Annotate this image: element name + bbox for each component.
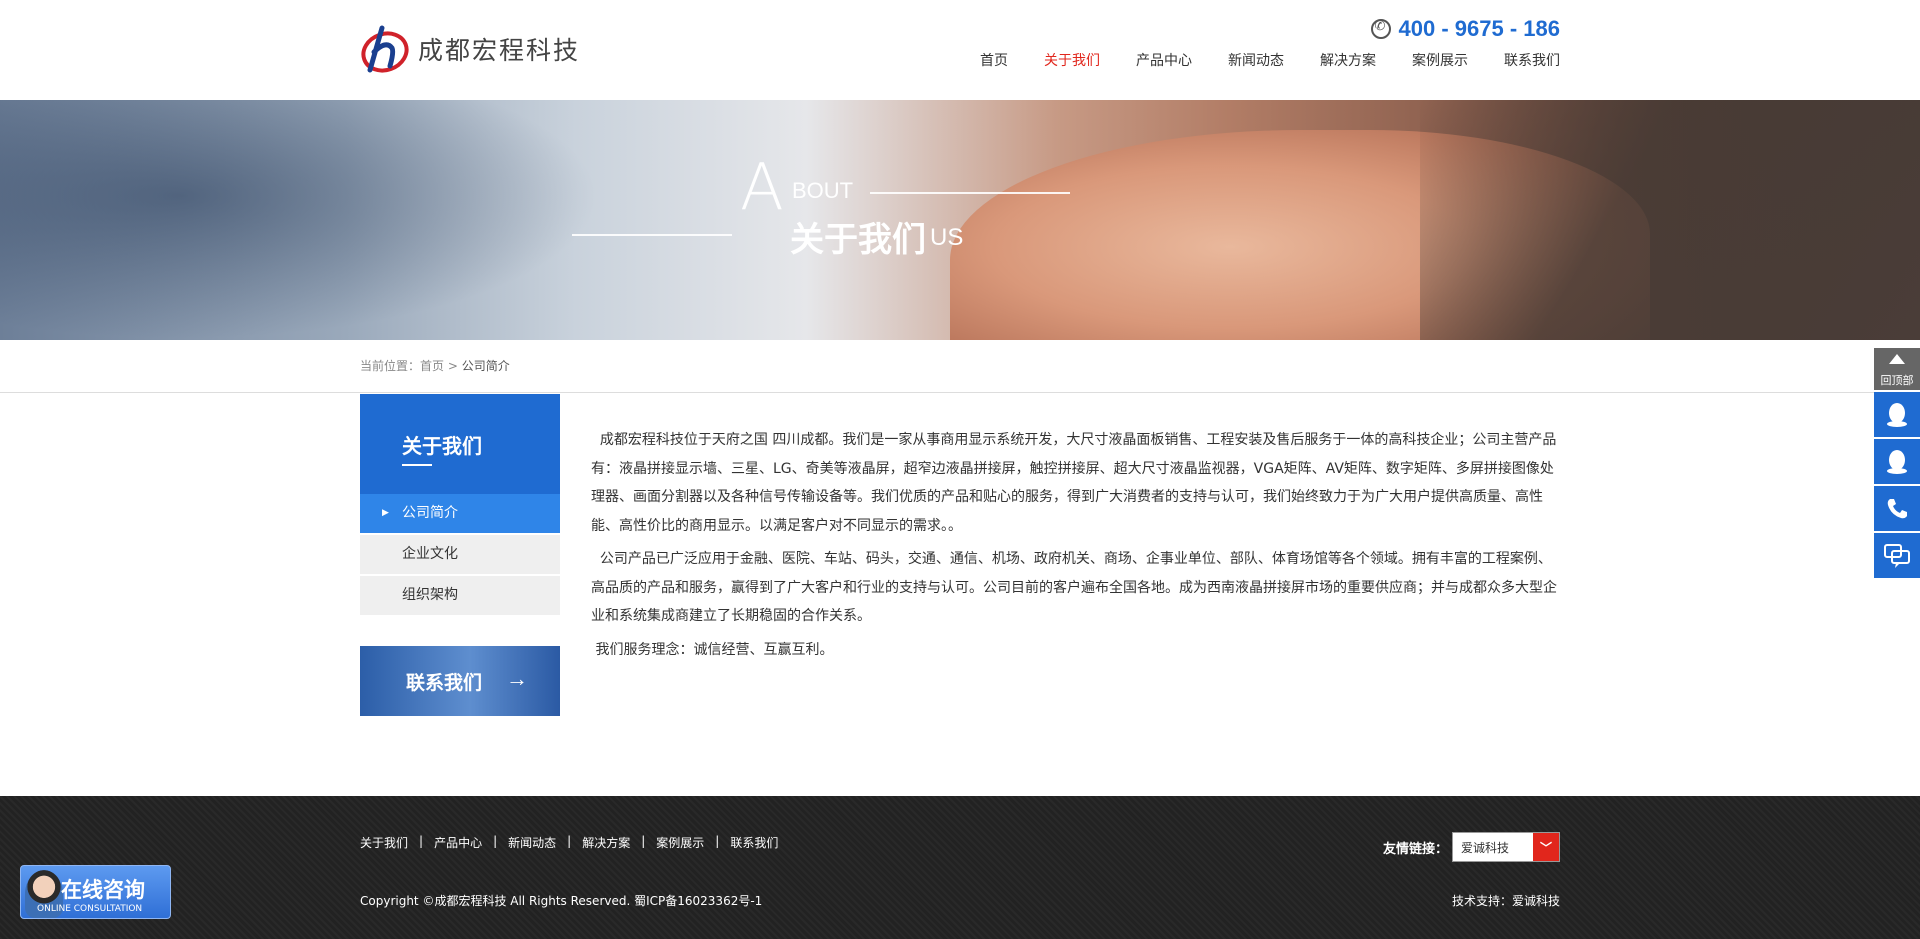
- breadcrumb-current: 公司简介: [461, 359, 510, 373]
- footer-link-products[interactable]: 产品中心: [434, 834, 482, 851]
- footer-separator: |: [715, 834, 720, 848]
- hotline-number: 400 - 9675 - 186: [1398, 16, 1560, 41]
- sidebar-item-culture[interactable]: 企业文化: [360, 535, 560, 574]
- content-paragraph-1: 成都宏程科技位于天府之国 四川成都。我们是一家从事商用显示系统开发，大尺寸液晶面…: [591, 432, 1557, 534]
- friend-links-selected: 爱诚科技: [1461, 840, 1510, 855]
- contact-us-label: 联系我们: [406, 672, 483, 694]
- sidebar-title: 关于我们: [402, 434, 482, 458]
- main-content: 成都宏程科技位于天府之国 四川成都。我们是一家从事商用显示系统开发，大尺寸液晶面…: [591, 426, 1560, 669]
- online-consultation-title: 在线咨询: [61, 878, 145, 902]
- breadcrumb: 当前位置：首页 > 公司简介: [360, 357, 510, 374]
- banner-us: US: [930, 224, 964, 251]
- sidebar-item-label: 组织架构: [402, 587, 458, 603]
- banner: [0, 100, 1920, 340]
- footer-link-about[interactable]: 关于我们: [360, 834, 408, 851]
- footer-separator: |: [493, 834, 498, 848]
- footer-link-news[interactable]: 新闻动态: [508, 834, 556, 851]
- nav-about[interactable]: 关于我们: [1044, 50, 1100, 70]
- nav-products[interactable]: 产品中心: [1136, 50, 1192, 70]
- footer-nav: 关于我们 | 产品中心 | 新闻动态 | 解决方案 | 案例展示 | 联系我们: [360, 834, 778, 851]
- logo[interactable]: 成都宏程科技: [360, 22, 580, 76]
- nav-solutions[interactable]: 解决方案: [1320, 50, 1376, 70]
- online-consultation-button[interactable]: 在线咨询 ONLINE CONSULTATION: [20, 865, 171, 919]
- footer-link-contact[interactable]: 联系我们: [730, 834, 778, 851]
- sidebar-item-label: 公司简介: [402, 505, 458, 521]
- float-toolbar: 回顶部: [1874, 348, 1920, 578]
- arrow-right-icon: ▶: [382, 508, 389, 518]
- footer-separator: |: [567, 834, 572, 848]
- content-paragraph-2: 公司产品已广泛应用于金融、医院、车站、码头，交通、通信、机场、政府机关、商场、企…: [591, 551, 1557, 624]
- divider: [0, 392, 1920, 393]
- nav-contact[interactable]: 联系我们: [1504, 50, 1560, 70]
- chat-icon[interactable]: [1874, 533, 1920, 578]
- sidebar-item-label: 企业文化: [402, 546, 458, 562]
- footer-link-solutions[interactable]: 解决方案: [582, 834, 630, 851]
- footer-separator: |: [641, 834, 646, 848]
- footer-link-cases[interactable]: 案例展示: [656, 834, 704, 851]
- hotline: 400 - 9675 - 186: [1370, 16, 1560, 42]
- logo-mark-icon: [361, 25, 409, 73]
- qq-icon[interactable]: [1874, 392, 1920, 437]
- banner-line-bottom: [572, 234, 732, 236]
- nav-cases[interactable]: 案例展示: [1412, 50, 1468, 70]
- sidebar-item-company-intro[interactable]: ▶ 公司简介: [360, 494, 560, 533]
- footer: 关于我们 | 产品中心 | 新闻动态 | 解决方案 | 案例展示 | 联系我们 …: [0, 796, 1920, 939]
- banner-sleeve-image: [1420, 100, 1920, 340]
- footer-separator: |: [419, 834, 424, 848]
- content-paragraph-3: 我们服务理念：诚信经营、互赢互利。: [595, 641, 834, 658]
- breadcrumb-sep: >: [444, 359, 462, 373]
- qq-icon[interactable]: [1874, 439, 1920, 484]
- header: 成都宏程科技 400 - 9675 - 186 首页 关于我们 产品中心 新闻动…: [0, 0, 1920, 100]
- breadcrumb-prefix: 当前位置：: [360, 359, 421, 373]
- copyright: Copyright ©成都宏程科技 All Rights Reserved. 蜀…: [360, 894, 763, 908]
- tech-support: 技术支持：爱诚科技: [1451, 894, 1560, 908]
- phone-icon: [1370, 18, 1391, 39]
- sidebar-title-underline: [402, 464, 432, 466]
- nav-home[interactable]: 首页: [980, 50, 1008, 70]
- banner-line-top: [870, 192, 1070, 194]
- contact-us-card[interactable]: 联系我们 →: [360, 646, 560, 716]
- back-to-top-button[interactable]: 回顶部: [1874, 348, 1920, 390]
- banner-big-letter: A: [740, 151, 784, 225]
- main-nav: 首页 关于我们 产品中心 新闻动态 解决方案 案例展示 联系我们: [944, 50, 1560, 70]
- online-consultation-subtitle: ONLINE CONSULTATION: [37, 904, 143, 914]
- breadcrumb-home[interactable]: 首页: [420, 359, 444, 373]
- friend-links-select[interactable]: 爱诚科技 ﹀: [1452, 832, 1560, 862]
- logo-text: 成都宏程科技: [418, 36, 581, 65]
- phone-icon[interactable]: [1874, 486, 1920, 531]
- chevron-down-icon: ﹀: [1533, 833, 1559, 861]
- nav-news[interactable]: 新闻动态: [1228, 50, 1284, 70]
- friend-links-label: 友情链接：: [1382, 840, 1448, 856]
- arrow-right-icon: →: [506, 666, 528, 691]
- banner-bg-left: [0, 100, 600, 340]
- sidebar-item-structure[interactable]: 组织架构: [360, 576, 560, 615]
- banner-title-cn: 关于我们: [790, 221, 926, 259]
- banner-bout: BOUT: [792, 178, 854, 203]
- sidebar-header: 关于我们: [360, 394, 560, 494]
- friend-links: 友情链接： 爱诚科技 ﹀: [1383, 832, 1560, 862]
